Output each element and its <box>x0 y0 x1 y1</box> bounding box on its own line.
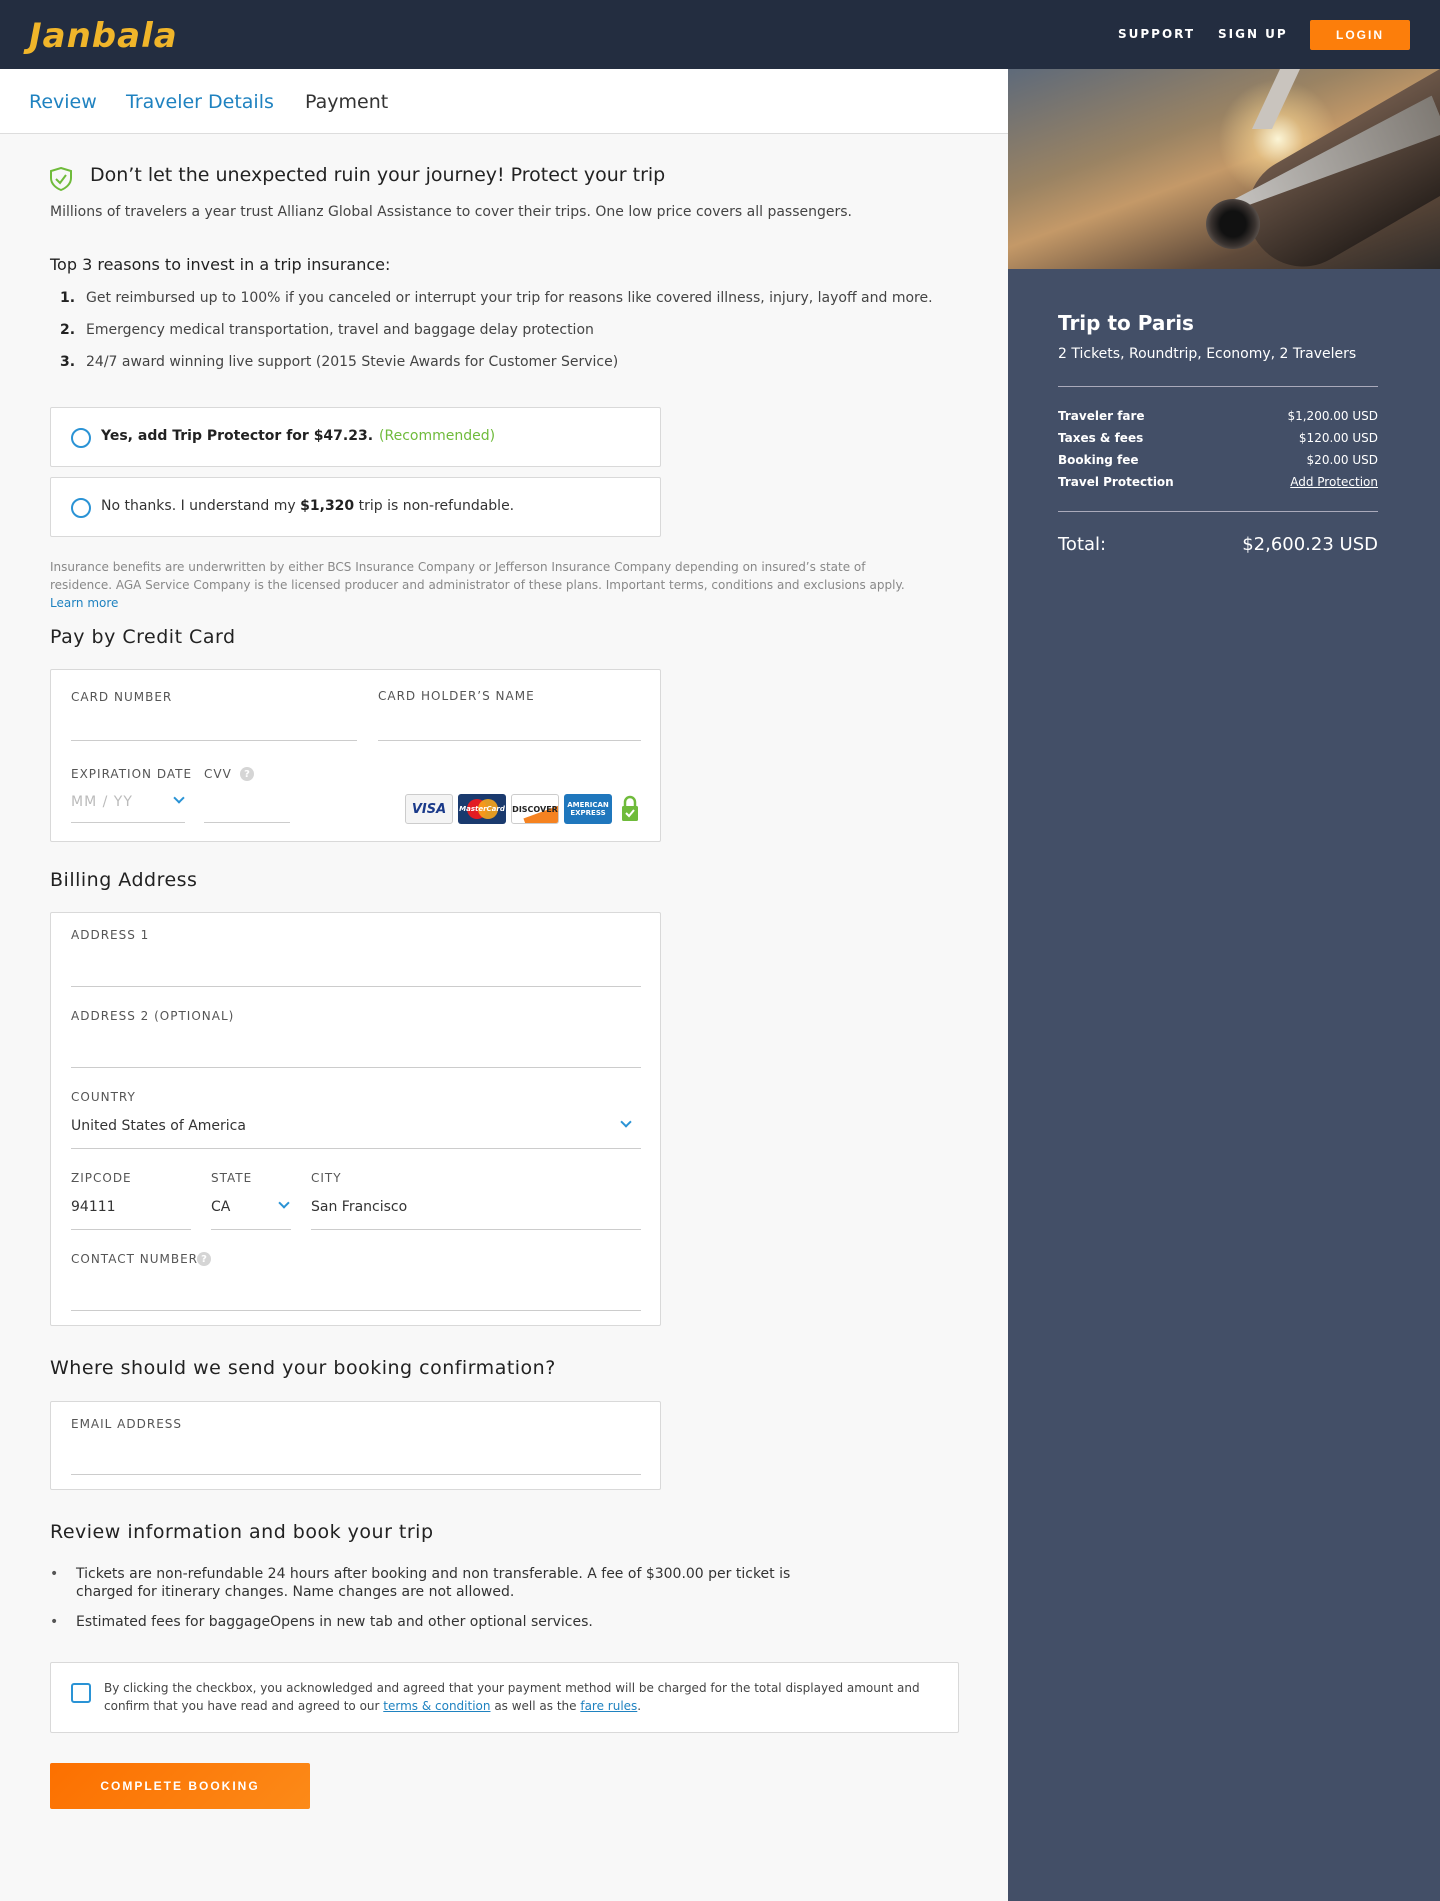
agreement-box: By clicking the checkbox, you acknowledg… <box>50 1662 959 1733</box>
trip-subtitle: 2 Tickets, Roundtrip, Economy, 2 Travele… <box>1058 346 1357 362</box>
expiration-select[interactable]: MM / YY <box>71 794 133 810</box>
protection-yes-label: Yes, add Trip Protector for $47.23. (Reco… <box>101 428 496 444</box>
protection-no-label: No thanks. I understand my $1,320 trip i… <box>101 498 515 514</box>
support-link[interactable]: SUPPORT <box>1118 27 1195 41</box>
state-underline <box>211 1229 291 1230</box>
learn-more-link[interactable]: Learn more <box>50 596 118 610</box>
card-holder-label: CARD HOLDER’S NAME <box>378 689 535 703</box>
email-input[interactable] <box>71 1474 641 1475</box>
review-bullet: Estimated fees for baggageOpens in new t… <box>50 1613 830 1631</box>
tab-payment[interactable]: Payment <box>305 91 388 113</box>
protection-yes-option[interactable]: Yes, add Trip Protector for $47.23. (Reco… <box>50 407 661 467</box>
confirmation-title: Where should we send your booking confir… <box>50 1357 556 1379</box>
credit-card-form: CARD NUMBER CARD HOLDER’S NAME EXPIRATIO… <box>50 669 661 842</box>
tab-traveler-details[interactable]: Traveler Details <box>126 91 274 113</box>
address2-input[interactable] <box>71 1067 641 1068</box>
agree-checkbox[interactable] <box>71 1683 91 1703</box>
card-number-input[interactable] <box>71 740 357 741</box>
total-label: Total: <box>1058 534 1107 555</box>
amex-card-icon: AMERICAN EXPRESS <box>564 794 612 824</box>
cvv-label: CVV <box>204 767 232 781</box>
cvv-input[interactable] <box>204 822 290 823</box>
chevron-down-icon <box>620 1116 632 1128</box>
top-navbar: Janbala SUPPORT SIGN UP LOGIN <box>0 0 1440 69</box>
signup-link[interactable]: SIGN UP <box>1218 27 1288 41</box>
divider <box>1058 386 1378 387</box>
janbala-logo[interactable]: Janbala <box>29 16 178 56</box>
shield-check-icon <box>50 167 72 191</box>
protect-title: Don’t let the unexpected ruin your journ… <box>90 164 666 186</box>
airplane-image <box>1008 69 1440 269</box>
card-number-label: CARD NUMBER <box>71 690 173 704</box>
trip-summary-sidebar: Trip to Paris 2 Tickets, Roundtrip, Econ… <box>1008 69 1440 1901</box>
reason-item: 2. Emergency medical transportation, trav… <box>60 322 594 338</box>
zipcode-label: ZIPCODE <box>71 1171 132 1185</box>
visa-card-icon: VISA <box>405 794 453 824</box>
billing-form: ADDRESS 1 ADDRESS 2 (OPTIONAL) COUNTRY U… <box>50 912 661 1326</box>
mastercard-card-icon: MasterCard <box>458 794 506 824</box>
city-label: CITY <box>311 1171 342 1185</box>
protect-subtitle: Millions of travelers a year trust Allia… <box>50 204 852 220</box>
billing-address-title: Billing Address <box>50 869 198 891</box>
contact-number-label: CONTACT NUMBER <box>71 1252 198 1266</box>
agreement-text: By clicking the checkbox, you acknowledg… <box>104 1681 920 1713</box>
total-value: $2,600.23 USD <box>1242 534 1378 555</box>
terms-link[interactable]: terms & condition <box>383 1699 490 1713</box>
city-underline <box>311 1229 641 1230</box>
tab-review[interactable]: Review <box>29 91 97 113</box>
city-input[interactable]: San Francisco <box>311 1199 407 1215</box>
reasons-title: Top 3 reasons to invest in a trip insura… <box>50 255 391 274</box>
total-row: Total: $2,600.23 USD <box>1058 534 1378 555</box>
address2-label: ADDRESS 2 (OPTIONAL) <box>71 1009 235 1023</box>
secure-lock-icon <box>622 795 638 821</box>
country-select[interactable]: United States of America <box>71 1118 246 1134</box>
address1-input[interactable] <box>71 986 641 987</box>
card-holder-input[interactable] <box>378 740 641 741</box>
divider <box>1058 511 1378 512</box>
state-label: STATE <box>211 1171 253 1185</box>
zipcode-underline <box>71 1229 191 1230</box>
fare-row: Taxes & fees $120.00 USD <box>1058 431 1378 445</box>
country-underline <box>71 1148 641 1149</box>
discover-card-icon: DISCOVER <box>511 794 559 824</box>
state-select[interactable]: CA <box>211 1199 230 1215</box>
complete-booking-button[interactable]: COMPLETE BOOKING <box>50 1763 310 1809</box>
email-label: EMAIL ADDRESS <box>71 1417 183 1431</box>
pay-credit-card-title: Pay by Credit Card <box>50 626 236 648</box>
checkout-steps: Review Traveler Details Payment <box>0 69 1008 134</box>
chevron-down-icon <box>173 792 185 804</box>
trip-title: Trip to Paris <box>1058 311 1194 335</box>
insurance-disclaimer: Insurance benefits are underwritten by e… <box>50 560 905 610</box>
expiration-label: EXPIRATION DATE <box>71 767 193 781</box>
add-protection-link[interactable]: Add Protection <box>1290 475 1378 489</box>
help-icon[interactable]: ? <box>240 767 254 781</box>
radio-yes[interactable] <box>71 428 91 448</box>
address1-label: ADDRESS 1 <box>71 928 150 942</box>
zipcode-input[interactable]: 94111 <box>71 1199 116 1215</box>
contact-number-input[interactable] <box>71 1310 641 1311</box>
chevron-down-icon <box>278 1197 290 1209</box>
reason-item: 3. 24/7 award winning live support (2015 … <box>60 354 619 370</box>
radio-no[interactable] <box>71 498 91 518</box>
protection-no-option[interactable]: No thanks. I understand my $1,320 trip i… <box>50 477 661 537</box>
recommended-tag: (Recommended) <box>379 428 496 444</box>
review-title: Review information and book your trip <box>50 1521 434 1543</box>
fare-row: Traveler fare $1,200.00 USD <box>1058 409 1378 423</box>
country-label: COUNTRY <box>71 1090 136 1104</box>
fare-row: Booking fee $20.00 USD <box>1058 453 1378 467</box>
login-button[interactable]: LOGIN <box>1310 20 1410 50</box>
expiration-underline <box>71 822 185 823</box>
fare-row: Travel Protection Add Protection <box>1058 475 1378 489</box>
help-icon[interactable]: ? <box>197 1252 211 1266</box>
confirmation-form: EMAIL ADDRESS <box>50 1401 661 1490</box>
fare-rules-link[interactable]: fare rules <box>580 1699 637 1713</box>
review-bullet: Tickets are non-refundable 24 hours afte… <box>50 1565 830 1601</box>
reason-item: 1. Get reimbursed up to 100% if you cance… <box>60 290 933 306</box>
